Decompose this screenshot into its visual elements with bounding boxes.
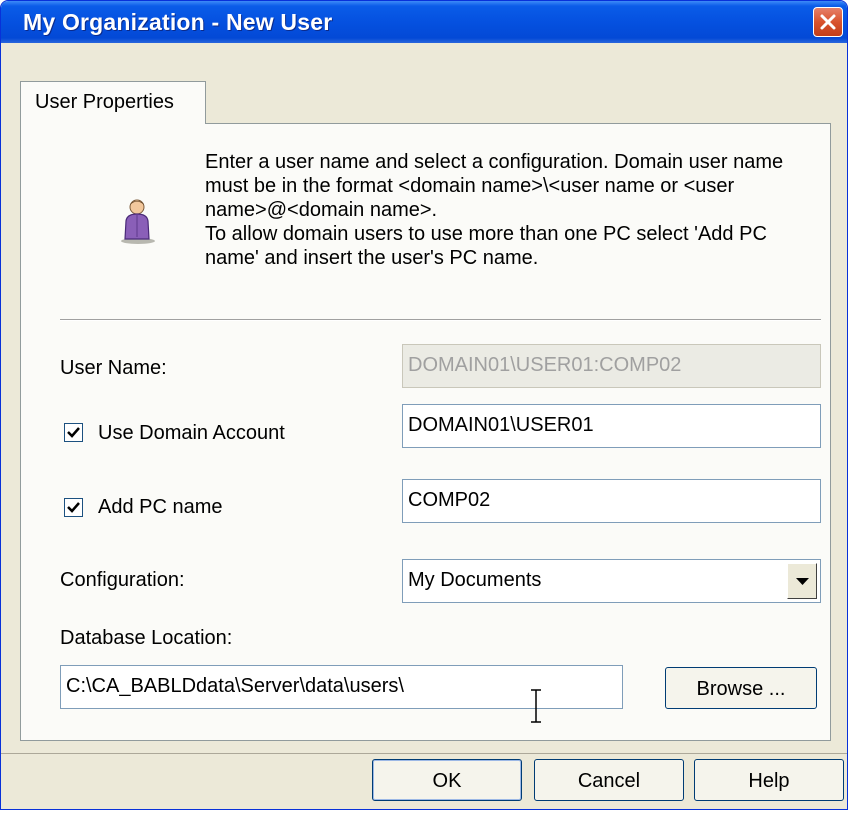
- configuration-value: My Documents: [408, 569, 542, 591]
- help-button[interactable]: Help: [694, 759, 844, 801]
- close-icon: [820, 14, 836, 30]
- button-bar-separator: [1, 753, 847, 754]
- add-pc-name-checkbox[interactable]: [64, 498, 83, 517]
- dropdown-button[interactable]: [787, 563, 817, 599]
- user-icon: [121, 199, 155, 244]
- chevron-down-icon: [796, 578, 809, 585]
- configuration-select[interactable]: My Documents: [402, 559, 821, 603]
- window-title: My Organization - New User: [23, 9, 333, 35]
- separator: [60, 319, 821, 321]
- title-bar[interactable]: My Organization - New User: [1, 1, 847, 43]
- database-location-label: Database Location:: [60, 627, 233, 649]
- use-domain-account-label[interactable]: Use Domain Account: [98, 422, 285, 445]
- cancel-button[interactable]: Cancel: [534, 759, 684, 801]
- user-name-label: User Name:: [60, 357, 167, 379]
- text-cursor-icon: [531, 689, 541, 723]
- user-name-field: DOMAIN01\USER01:COMP02: [402, 344, 821, 388]
- browse-button[interactable]: Browse ...: [665, 667, 817, 709]
- configuration-label: Configuration:: [60, 569, 185, 591]
- use-domain-account-checkbox[interactable]: [64, 423, 83, 442]
- add-pc-name-label[interactable]: Add PC name: [98, 496, 223, 519]
- ok-button[interactable]: OK: [372, 759, 522, 801]
- pc-name-input[interactable]: COMP02: [402, 479, 821, 523]
- new-user-dialog: My Organization - New User User Properti…: [0, 0, 848, 810]
- instructions-text: Enter a user name and select a configura…: [205, 151, 784, 269]
- tab-label: User Properties: [35, 91, 174, 113]
- close-button[interactable]: [813, 7, 843, 37]
- tab-user-properties[interactable]: User Properties: [20, 81, 206, 124]
- checkmark-icon: [67, 502, 80, 513]
- domain-account-input[interactable]: DOMAIN01\USER01: [402, 404, 821, 448]
- checkmark-icon: [67, 427, 80, 438]
